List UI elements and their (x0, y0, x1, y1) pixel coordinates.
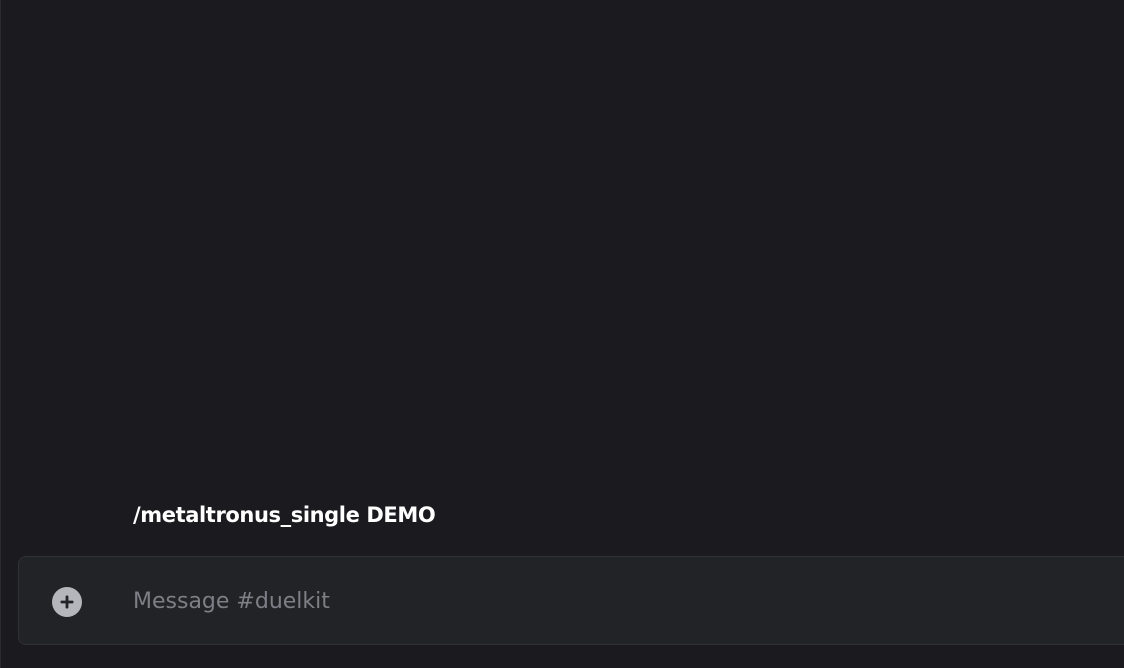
message-text: /metaltronus_single DEMO (133, 503, 436, 527)
attach-button[interactable] (52, 587, 82, 617)
message-list (1, 0, 1124, 548)
plus-circle-icon (60, 595, 74, 609)
message-input[interactable] (133, 581, 1083, 621)
message-composer (18, 556, 1124, 645)
app-window: /metaltronus_single DEMO (0, 0, 1124, 668)
